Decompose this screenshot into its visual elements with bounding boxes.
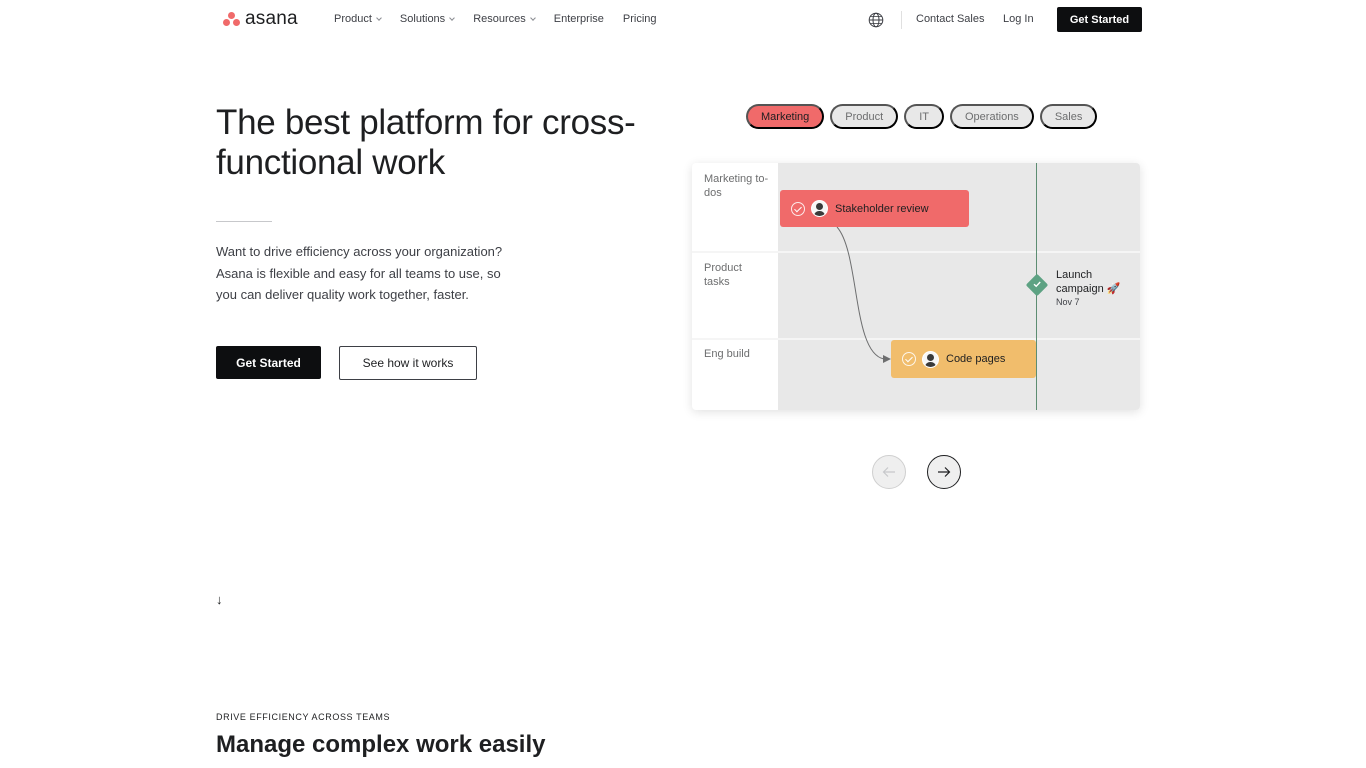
tab-it[interactable]: IT [904, 104, 944, 129]
task-label: Code pages [946, 353, 1006, 365]
carousel-next-button[interactable] [927, 455, 961, 489]
section-title: Manage complex work easily [216, 731, 546, 758]
scroll-down-arrow-icon[interactable]: ↓ [216, 592, 223, 607]
section-eyebrow: DRIVE EFFICIENCY ACROSS TEAMS [216, 712, 391, 722]
nav-pricing-label: Pricing [622, 13, 657, 25]
nav-solutions[interactable]: Solutions [399, 13, 456, 25]
task-label: Stakeholder review [835, 202, 929, 215]
task-code-pages[interactable]: Code pages [891, 340, 1036, 378]
top-nav: asana Product Solutions Resources Enterp… [0, 0, 1366, 40]
tab-sales[interactable]: Sales [1039, 104, 1098, 129]
arrow-right-icon [938, 467, 951, 477]
contact-sales-link[interactable]: Contact Sales [916, 13, 984, 25]
nav-resources[interactable]: Resources [473, 13, 536, 25]
asana-logo-icon [222, 11, 241, 27]
carousel-prev-button[interactable] [872, 455, 906, 489]
nav-enterprise[interactable]: Enterprise [554, 13, 604, 25]
asana-logo[interactable]: asana [222, 9, 298, 29]
nav-pricing[interactable]: Pricing [623, 13, 657, 25]
nav-enterprise-label: Enterprise [553, 13, 604, 25]
logo-text: asana [245, 8, 298, 29]
avatar [811, 200, 828, 217]
globe-icon[interactable] [868, 12, 884, 28]
nav-resources-label: Resources [473, 13, 526, 25]
milestone-date: Nov 7 [1056, 297, 1080, 307]
chevron-down-icon [376, 15, 382, 21]
log-in-link[interactable]: Log In [1003, 13, 1034, 25]
nav-product[interactable]: Product [334, 13, 382, 25]
milestone-title: Launch campaign 🚀 [1056, 269, 1121, 295]
check-circle-icon[interactable] [902, 352, 916, 366]
timeline-demo-card: Marketing to-dos Product tasks Eng build… [692, 163, 1140, 410]
hero-divider [216, 221, 272, 222]
see-how-it-works-button[interactable]: See how it works [339, 346, 477, 380]
check-circle-icon[interactable] [791, 201, 805, 216]
hero-get-started-button[interactable]: Get Started [216, 346, 321, 379]
hero-title: The best platform for cross-functional w… [216, 103, 636, 182]
primary-nav: Product Solutions Resources Enterprise P… [334, 13, 676, 25]
nav-get-started-button[interactable]: Get Started [1057, 7, 1142, 32]
team-tabs: Marketing Product IT Operations Sales [746, 104, 1098, 129]
chevron-down-icon [449, 15, 456, 21]
task-stakeholder-review[interactable]: Stakeholder review [780, 190, 969, 227]
tab-marketing[interactable]: Marketing [746, 104, 825, 129]
tab-product[interactable]: Product [830, 104, 899, 129]
chevron-down-icon [529, 15, 536, 21]
nav-product-label: Product [334, 13, 372, 25]
checkmark-icon [1033, 281, 1041, 288]
avatar [922, 350, 939, 368]
nav-solutions-label: Solutions [399, 13, 446, 25]
tab-operations[interactable]: Operations [950, 104, 1034, 129]
hero-description: Want to drive efficiency across your org… [216, 244, 503, 302]
nav-divider [901, 11, 902, 29]
arrow-left-icon [882, 467, 895, 477]
